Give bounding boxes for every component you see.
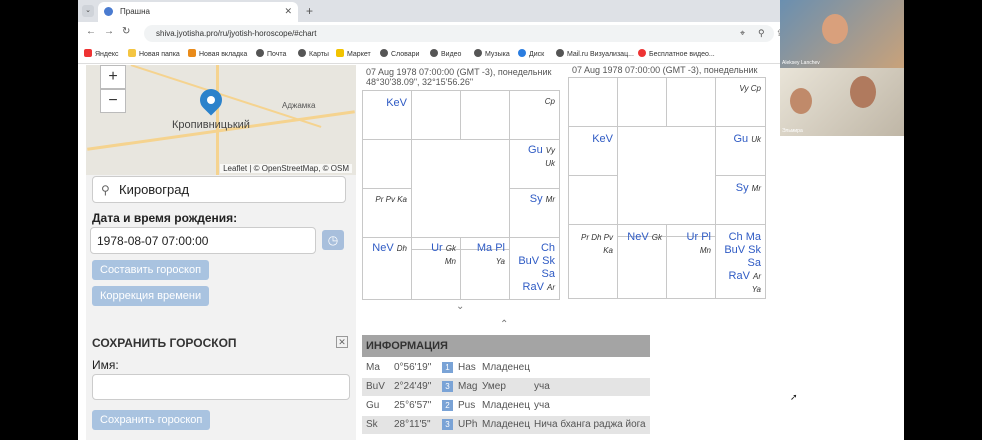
navamsa-chart: Vy Cp KeV Gu Uk Sy Mr Pr Dh Pv Ka NeV Gk …	[568, 77, 766, 299]
forward-icon[interactable]: →	[104, 26, 114, 37]
chart1-cell[interactable]: KeV	[362, 90, 412, 140]
map-city-label: Кропивницький	[172, 119, 250, 131]
map-town-label: Аджамка	[282, 101, 316, 110]
bookmark-market[interactable]: Маркет	[336, 49, 371, 58]
save-section-title: СОХРАНИТЬ ГОРОСКОП	[92, 336, 237, 350]
bookmark-dictionaries[interactable]: Словари	[380, 49, 419, 58]
chart1-header: 07 Aug 1978 07:00:00 (GMT -3), понедельн…	[366, 67, 552, 77]
close-icon[interactable]: ✕	[336, 336, 348, 348]
info-row: Sk 28°11'5" 3 UPh Младенец Нича бханга раджа …	[362, 416, 650, 434]
chart2-center	[617, 126, 716, 237]
chart1-cell[interactable]	[411, 90, 461, 140]
tab-search-icon[interactable]: ⌄	[82, 5, 94, 17]
participant-face	[850, 76, 876, 108]
location-icon[interactable]: ⌖	[740, 28, 745, 39]
chart2-cell[interactable]: Gu Uk	[715, 126, 766, 176]
bookmark-new-tab[interactable]: Новая вкладка	[188, 49, 247, 58]
search-icon: ⚲	[101, 183, 110, 197]
bookmark-disk[interactable]: Диск	[518, 49, 544, 58]
bookmark-video[interactable]: Видео	[430, 49, 461, 58]
address-bar[interactable]: shiva.jyotisha.pro/ru/jyotish-horoscope/…	[144, 25, 774, 42]
bookmark-mail[interactable]: Почта	[256, 49, 286, 58]
zoom-icon[interactable]: ⚲	[758, 28, 765, 39]
save-horoscope-section: СОХРАНИТЬ ГОРОСКОП ✕ Имя: Сохранить горо…	[86, 330, 356, 440]
chart2-cell[interactable]: Sy Mr	[715, 175, 766, 225]
video-tile-2[interactable]: Эльмира	[780, 68, 904, 136]
save-horoscope-button[interactable]: Сохранить гороскоп	[92, 410, 211, 430]
birth-datetime-label: Дата и время рождения:	[92, 211, 238, 225]
chevron-up-icon[interactable]: ⌃	[500, 319, 508, 330]
chart2-cell[interactable]: Pr Dh Pv Ka	[568, 224, 618, 299]
chart2-header: 07 Aug 1978 07:00:00 (GMT -3), понедельн…	[572, 65, 758, 75]
zoom-in-button[interactable]: +	[100, 65, 126, 89]
birth-datetime-input[interactable]: 1978-08-07 07:00:00	[90, 227, 316, 254]
close-tab-icon[interactable]: ✕	[284, 6, 292, 17]
chart1-cell[interactable]: Gu Vy Uk	[509, 139, 560, 189]
chart2-cell[interactable]	[666, 77, 716, 127]
reload-icon[interactable]: ↻	[122, 26, 130, 37]
bookmark-new-folder[interactable]: Новая папка	[128, 49, 180, 58]
bookmark-free-video[interactable]: Бесплатное видео...	[638, 49, 715, 58]
participant-name: Эльмира	[782, 128, 803, 134]
site-favicon-icon	[104, 7, 113, 16]
chart2-cell[interactable]: KeV	[568, 126, 618, 176]
participant-face	[822, 14, 848, 44]
map-marker-icon[interactable]	[195, 84, 227, 116]
chart1-cell[interactable]: Sy Mr	[509, 188, 560, 238]
info-row: Ma 0°56'19" 1 Has Младенец	[366, 362, 530, 373]
tab-prashna[interactable]: Прашна ✕	[98, 2, 298, 22]
info-row: Gu 25°6'57" 2 Pus Младенец уча	[366, 400, 550, 411]
rasi-chart: KeV Cp Gu Vy Uk Pr Pv Ka Sy Mr NeV Dh Ur …	[362, 90, 560, 300]
mouse-cursor-icon: ➚	[790, 392, 798, 402]
time-correction-button[interactable]: Коррекция времени	[92, 286, 210, 306]
name-input[interactable]	[92, 374, 350, 400]
video-call-panel: Aleksey Lanchev Эльмира	[780, 0, 904, 136]
chart2-cell[interactable]	[617, 77, 667, 127]
participant-face	[790, 88, 812, 114]
chart2-cell[interactable]: Vy Cp	[715, 77, 766, 127]
participant-name: Aleksey Lanchev	[782, 60, 820, 66]
back-icon[interactable]: ←	[86, 26, 96, 37]
chart1-cell[interactable]: Pr Pv Ka	[362, 188, 412, 238]
chart1-coordinates: 48°30'38.09", 32°15'56.26"	[366, 77, 474, 87]
bookmark-music[interactable]: Музыка	[474, 49, 510, 58]
chart1-cell[interactable]	[460, 90, 510, 140]
name-label: Имя:	[92, 358, 119, 372]
url-text: shiva.jyotisha.pro/ru/jyotish-horoscope/…	[156, 29, 317, 38]
chart2-cell[interactable]	[568, 77, 618, 127]
chart1-cell[interactable]: Ma Pl Ya	[460, 237, 510, 300]
video-tile-1[interactable]: Aleksey Lanchev	[780, 0, 904, 68]
info-row: BuV 2°24'49" 3 Mag Умер уча	[362, 378, 650, 396]
clock-icon[interactable]: ◷	[322, 230, 344, 250]
new-tab-icon[interactable]: +	[306, 4, 313, 18]
chart1-cell[interactable]: NeV Dh	[362, 237, 412, 300]
city-search-input[interactable]: ⚲ Кировоград	[92, 176, 346, 203]
info-title: ИНФОРМАЦИЯ	[362, 335, 650, 357]
chart1-cell[interactable]: Cp	[509, 90, 560, 140]
chart2-cell[interactable]: Ch Ma BuV Sk Sa RaV Ar Ya	[715, 224, 766, 299]
map-attribution[interactable]: Leaflet | © OpenStreetMap, © OSM	[220, 164, 352, 173]
chart1-center	[411, 139, 510, 250]
bookmark-yandex[interactable]: Яндекс	[84, 49, 119, 58]
bookmark-maps[interactable]: Карты	[298, 49, 329, 58]
map[interactable]: + − Кропивницький Аджамка Leaflet | © Op…	[86, 65, 356, 175]
bookmark-mailru[interactable]: Mail.ru Визуализац...	[556, 49, 634, 58]
tab-title: Прашна	[120, 7, 150, 16]
zoom-out-button[interactable]: −	[100, 89, 126, 113]
chart2-cell[interactable]	[568, 175, 618, 225]
chart2-cell[interactable]: Ur Pl Mn	[666, 224, 716, 299]
chart1-cell[interactable]: Ur Gk Mn	[411, 237, 461, 300]
build-horoscope-button[interactable]: Составить гороскоп	[92, 260, 210, 280]
chart1-cell[interactable]	[362, 139, 412, 189]
info-panel: ИНФОРМАЦИЯ Ma 0°56'19" 1 Has Младенец BuV 2°2…	[362, 335, 650, 440]
chart2-cell[interactable]: NeV Gk	[617, 224, 667, 299]
chevron-down-icon[interactable]: ⌄	[456, 301, 464, 312]
chart1-cell[interactable]: Ch BuV Sk Sa RaV Ar	[509, 237, 560, 300]
